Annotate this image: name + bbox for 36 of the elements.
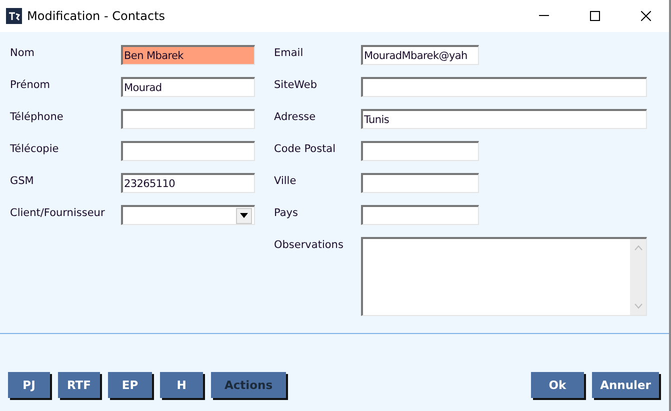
toolbar-button[interactable]: RTF [58, 372, 100, 398]
text-area[interactable] [361, 237, 647, 316]
field-label: Adresse [274, 110, 317, 125]
input-field[interactable] [361, 173, 479, 193]
toolbar-button[interactable]: EP [108, 372, 152, 398]
input-field[interactable] [121, 141, 255, 161]
field-label: Pays [274, 206, 299, 221]
field-label: Télécopie [10, 142, 60, 157]
input-field[interactable] [121, 109, 255, 129]
dropdown-field[interactable] [121, 205, 255, 225]
field-label: GSM [10, 174, 35, 189]
dialog-button[interactable]: Annuler [592, 372, 659, 398]
input-field[interactable]: Mourad [121, 77, 255, 97]
field-label: Nom [10, 46, 36, 61]
field-label: Code Postal [274, 142, 337, 157]
input-field[interactable]: MouradMbarek@yah [361, 45, 479, 65]
toolbar-button[interactable]: PJ [8, 372, 50, 398]
toolbar-button[interactable]: H [160, 372, 203, 398]
input-field[interactable] [361, 77, 647, 97]
scroll-bar[interactable] [630, 239, 646, 315]
field-label: Prénom [10, 78, 52, 93]
field-label: SiteWeb [274, 78, 318, 93]
input-field[interactable] [361, 205, 479, 225]
input-field[interactable] [361, 141, 479, 161]
field-label: Téléphone [10, 110, 64, 125]
input-field[interactable]: Ben Mbarek [121, 45, 255, 65]
input-field[interactable]: 23265110 [121, 173, 255, 193]
caret-icon[interactable] [236, 208, 252, 224]
dialog-button[interactable]: Ok [531, 372, 584, 398]
field-label: Observations [274, 238, 344, 253]
field-label: Client/Fournisseur [10, 206, 106, 221]
window-title: Modification - Contacts [27, 9, 166, 23]
app-logo-icon [6, 8, 22, 24]
field-label: Ville [274, 174, 298, 189]
input-field[interactable]: Tunis [361, 109, 647, 129]
field-label: Email [274, 46, 304, 61]
